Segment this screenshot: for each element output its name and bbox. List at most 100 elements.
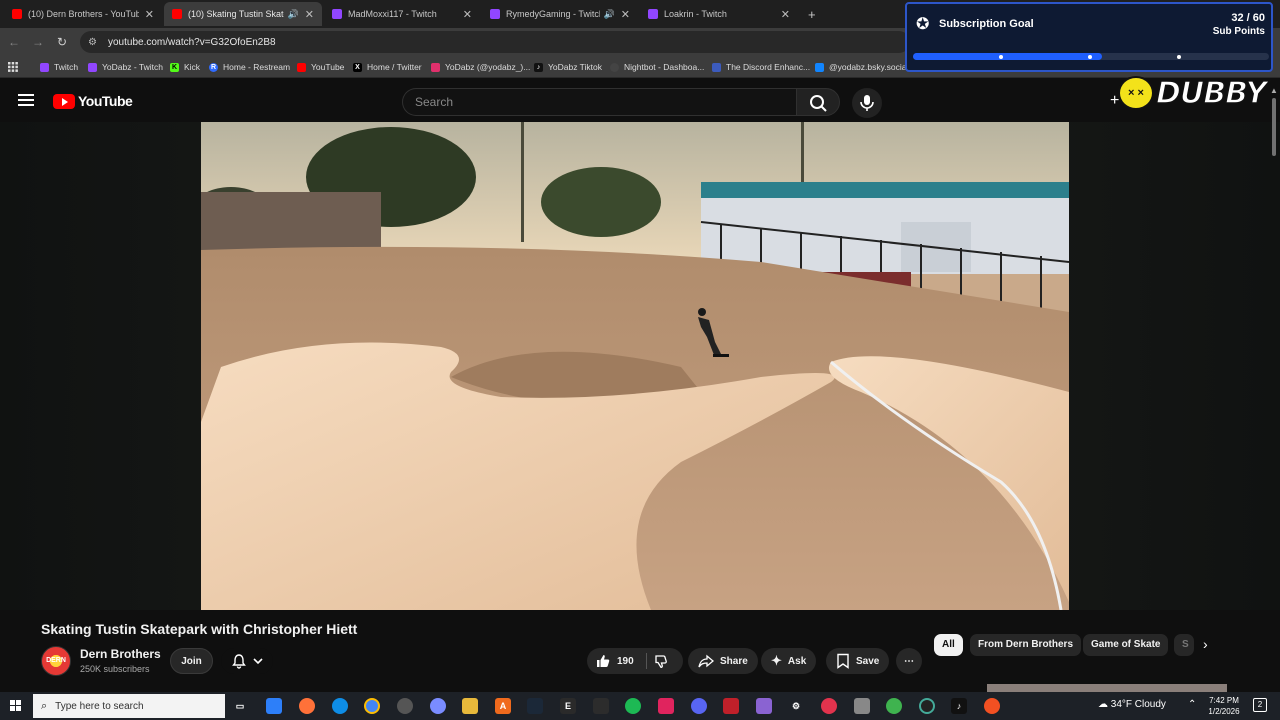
bookmark-kick[interactable]: K Kick [170, 60, 200, 74]
goal-marker [1088, 55, 1092, 59]
search-input[interactable]: Search [402, 88, 796, 116]
bookmark-tiktok[interactable]: ♪ YoDabz Tiktok [534, 60, 602, 74]
scroll-up-arrow-icon[interactable]: ▲ [1270, 86, 1278, 95]
goal-marker [999, 55, 1003, 59]
goal-unit: Sub Points [1212, 26, 1265, 37]
bookmark-bluesky[interactable]: @yodabz.bsky.socia... [815, 60, 914, 74]
bookmark-yodabz-twitch[interactable]: YoDabz - Twitch [88, 60, 163, 74]
share-button[interactable]: Share [688, 648, 758, 674]
bookmark-youtube[interactable]: YouTube [297, 60, 344, 74]
microphone-icon [860, 95, 874, 111]
discord-icon [712, 62, 721, 72]
bookmark-instagram[interactable]: YoDabz (@yodabz_)... [431, 60, 530, 74]
speaker-icon[interactable]: 🔊 [604, 9, 615, 20]
twitch-favicon-icon [490, 9, 500, 19]
like-button[interactable]: 190 [595, 648, 634, 674]
youtube-logo[interactable]: YouTube [53, 93, 133, 109]
obs-icon[interactable] [397, 698, 413, 714]
new-tab-button[interactable]: + [800, 2, 824, 26]
page-scrollbar[interactable]: ▲ [1270, 86, 1278, 686]
globe-app-icon[interactable] [430, 698, 446, 714]
firefox-icon[interactable] [299, 698, 315, 714]
chrome-icon[interactable] [364, 698, 380, 714]
xbox-icon[interactable] [886, 698, 902, 714]
like-count: 190 [617, 655, 634, 667]
chip-truncated[interactable]: S [1174, 634, 1194, 656]
windows-start-icon[interactable] [10, 700, 22, 712]
tray-expand-chevron-icon[interactable]: ⌃ [1188, 699, 1196, 710]
copilot-icon[interactable] [266, 698, 282, 714]
tab-loakrin[interactable]: Loakrin - Twitch ✕ [640, 2, 798, 26]
discord-icon[interactable] [691, 698, 707, 714]
chip-all[interactable]: All [934, 634, 963, 656]
pen-app-icon[interactable] [756, 698, 772, 714]
close-tab-icon[interactable]: ✕ [305, 8, 314, 21]
tiktok-app-icon[interactable]: ♪ [951, 698, 967, 714]
close-tab-icon[interactable]: ✕ [781, 8, 790, 21]
save-button[interactable]: Save [826, 648, 890, 674]
system-clock[interactable]: 7:42 PM 1/2/2026 [1202, 695, 1246, 717]
bookmark-discord-enhancer[interactable]: The Discord Enhanc... [712, 60, 810, 74]
bookmark-nightbot[interactable]: Nightbot - Dashboa... [610, 60, 704, 74]
taskbar-search-box[interactable]: ⌕ Type here to search [33, 694, 225, 718]
ask-button[interactable]: ✦ Ask [761, 648, 817, 674]
bookmark-twitch[interactable]: Twitch [40, 60, 78, 74]
epic-games-icon[interactable]: E [560, 698, 576, 714]
dislike-button[interactable] [653, 648, 669, 674]
weather-widget[interactable]: ☁ 34°F Cloudy [1098, 699, 1166, 710]
forward-arrow-icon[interactable]: → [30, 34, 46, 50]
app-a-icon[interactable]: A [495, 698, 511, 714]
tab-title: Loakrin - Twitch [664, 9, 727, 19]
app-orange-icon[interactable] [984, 698, 1000, 714]
chevron-right-icon[interactable]: › [1203, 636, 1208, 652]
notification-count: 2 [1257, 700, 1263, 709]
edge-icon[interactable] [332, 698, 348, 714]
notification-center-icon[interactable]: 2 [1253, 698, 1267, 712]
tab-rymedy[interactable]: RymedyGaming - Twitch 🔊 ✕ [482, 2, 638, 26]
tab-title: (10) Skating Tustin Skatepark [188, 9, 284, 19]
close-tab-icon[interactable]: ✕ [621, 8, 630, 21]
bookmark-restream[interactable]: R Home - Restream [209, 60, 290, 74]
steam-icon[interactable] [527, 698, 543, 714]
close-tab-icon[interactable]: ✕ [145, 8, 154, 21]
scrollbar-thumb[interactable] [1272, 98, 1276, 156]
streamlabs-icon[interactable] [658, 698, 674, 714]
app-red-icon[interactable] [723, 698, 739, 714]
channel-avatar[interactable]: DERN [41, 646, 71, 676]
tab-madmoxxi[interactable]: MadMoxxi117 - Twitch ✕ [324, 2, 480, 26]
controller-icon[interactable] [593, 698, 609, 714]
app-grey-icon[interactable] [854, 698, 870, 714]
chip-game-of-skate[interactable]: Game of Skate [1083, 634, 1169, 656]
video-player[interactable] [201, 122, 1069, 610]
bookmark-label: The Discord Enhanc... [726, 62, 811, 72]
app-ring-icon[interactable] [919, 698, 935, 714]
recommended-thumbnail-peek[interactable] [987, 684, 1227, 692]
notification-bell-button[interactable] [221, 648, 273, 674]
search-button[interactable] [796, 88, 840, 116]
spotify-icon[interactable] [625, 698, 641, 714]
chip-from-dern-brothers[interactable]: From Dern Brothers [970, 634, 1082, 656]
reload-icon[interactable]: ↻ [54, 34, 70, 50]
hamburger-menu-icon[interactable] [18, 94, 34, 106]
settings-gear-icon[interactable]: ⚙ [788, 698, 804, 714]
apps-grid-icon[interactable] [8, 60, 18, 74]
close-tab-icon[interactable]: ✕ [463, 8, 472, 21]
bookmark-twitter[interactable]: X Home / Twitter [353, 60, 422, 74]
task-view-icon[interactable]: ▭ [232, 698, 248, 714]
star-icon: ✪ [916, 16, 930, 33]
join-button[interactable]: Join [170, 648, 213, 674]
bookmark-label: YoDabz Tiktok [548, 62, 603, 72]
app-circle-red-icon[interactable] [821, 698, 837, 714]
voice-search-button[interactable] [852, 88, 882, 118]
back-arrow-icon[interactable]: ← [6, 34, 22, 50]
more-actions-button[interactable]: ⋯ [896, 648, 922, 674]
channel-name[interactable]: Dern Brothers [80, 647, 161, 661]
tab-dern-brothers[interactable]: (10) Dern Brothers - YouTube ✕ [4, 2, 162, 26]
address-bar[interactable]: ⚙ youtube.com/watch?v=G32OfoEn2B8 [80, 31, 910, 53]
video-frame-skatepark [201, 122, 1069, 610]
speaker-icon[interactable]: 🔊 [288, 9, 299, 20]
tab-skating-tustin[interactable]: (10) Skating Tustin Skatepark 🔊 ✕ [164, 2, 322, 26]
file-explorer-icon[interactable] [462, 698, 478, 714]
url-text: youtube.com/watch?v=G32OfoEn2B8 [108, 36, 276, 48]
site-info-icon[interactable]: ⚙ [88, 37, 100, 48]
